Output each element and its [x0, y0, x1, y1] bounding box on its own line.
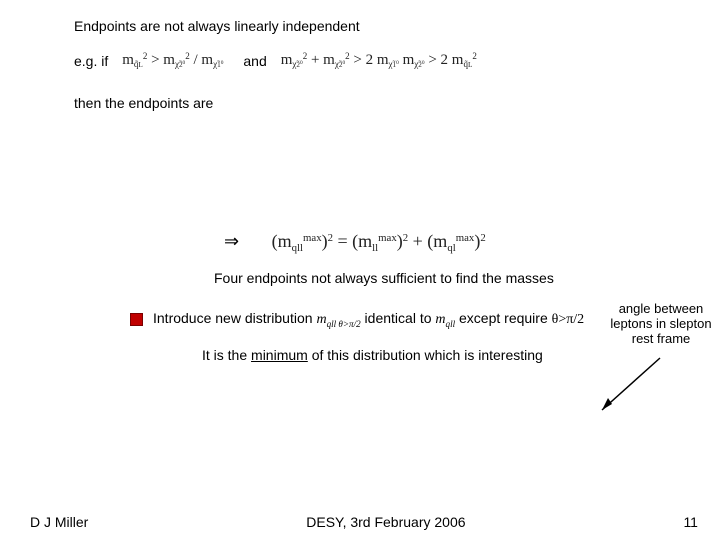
slide-footer: D J Miller DESY, 3rd February 2006 11	[0, 514, 720, 530]
math-condition-1: mq̃L2 > mχ̃202 / mχ̃10	[122, 52, 223, 69]
math-condition-2: mχ̃202 + mχ̃202 > 2 mχ̃10 mχ̃20 > 2 mq̃L…	[281, 52, 477, 69]
annotation-text: angle between leptons in slepton rest fr…	[606, 302, 716, 347]
label-and: and	[243, 53, 266, 69]
math-requirement: θ>π/2	[552, 312, 585, 327]
annotation-arrow-icon	[590, 354, 670, 422]
annot-l2: leptons in slepton	[606, 317, 716, 332]
label-egif: e.g. if	[74, 53, 108, 69]
bullet-part-b: identical to	[361, 310, 436, 326]
summary-text: Four endpoints not always sufficient to …	[214, 270, 690, 286]
footer-page-number: 11	[683, 514, 698, 530]
bullet-icon	[130, 313, 143, 326]
bullet-part-a: Introduce new distribution	[153, 310, 316, 326]
annot-l1: angle between	[606, 302, 716, 317]
then-text: then the endpoints are	[74, 95, 690, 111]
condition-line: e.g. if mq̃L2 > mχ̃202 / mχ̃10 and mχ̃20…	[74, 52, 690, 69]
min-u: minimum	[251, 347, 308, 363]
min-a: It is the	[202, 347, 251, 363]
footer-author: D J Miller	[30, 514, 88, 530]
math-relation: (mqllmax)2 = (mllmax)2 + (mqlmax)2	[272, 231, 486, 251]
footer-venue: DESY, 3rd February 2006	[306, 514, 465, 530]
arrow-icon: ⇒	[224, 231, 239, 251]
math-dist-old: mqll	[435, 312, 455, 327]
bullet-part-c: except require	[455, 310, 552, 326]
annot-l3: rest frame	[606, 332, 716, 347]
implication-formula: ⇒ (mqllmax)2 = (mllmax)2 + (mqlmax)2	[224, 231, 690, 252]
heading-text: Endpoints are not always linearly indepe…	[74, 18, 690, 34]
min-b: of this distribution which is interestin…	[308, 347, 543, 363]
bullet-text: Introduce new distribution mqll θ>π/2 id…	[153, 310, 584, 329]
math-dist-new: mqll θ>π/2	[316, 312, 360, 327]
